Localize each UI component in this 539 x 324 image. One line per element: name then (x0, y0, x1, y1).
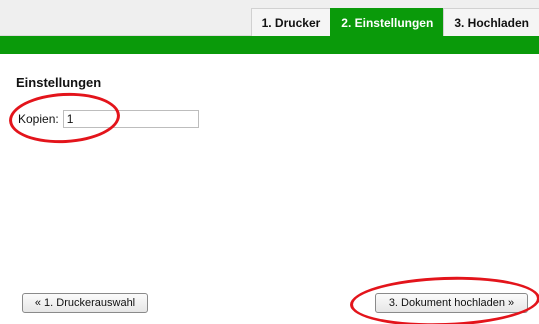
wizard-tabs: 1. Drucker 2. Einstellungen 3. Hochladen (250, 8, 539, 36)
copies-label: Kopien: (18, 112, 59, 126)
copies-field-row: Kopien: (18, 108, 199, 130)
upload-document-button[interactable]: 3. Dokument hochladen » (375, 293, 528, 313)
accent-band (0, 36, 539, 54)
wizard-header: 1. Drucker 2. Einstellungen 3. Hochladen (0, 0, 539, 36)
tab-hochladen[interactable]: 3. Hochladen (443, 8, 539, 36)
section-title: Einstellungen (16, 75, 102, 90)
tab-drucker[interactable]: 1. Drucker (250, 8, 331, 36)
copies-input[interactable] (62, 110, 199, 128)
print-wizard-page: 1. Drucker 2. Einstellungen 3. Hochladen… (0, 0, 539, 324)
tab-einstellungen[interactable]: 2. Einstellungen (330, 8, 444, 36)
back-to-printer-selection-button[interactable]: « 1. Druckerauswahl (22, 293, 148, 313)
